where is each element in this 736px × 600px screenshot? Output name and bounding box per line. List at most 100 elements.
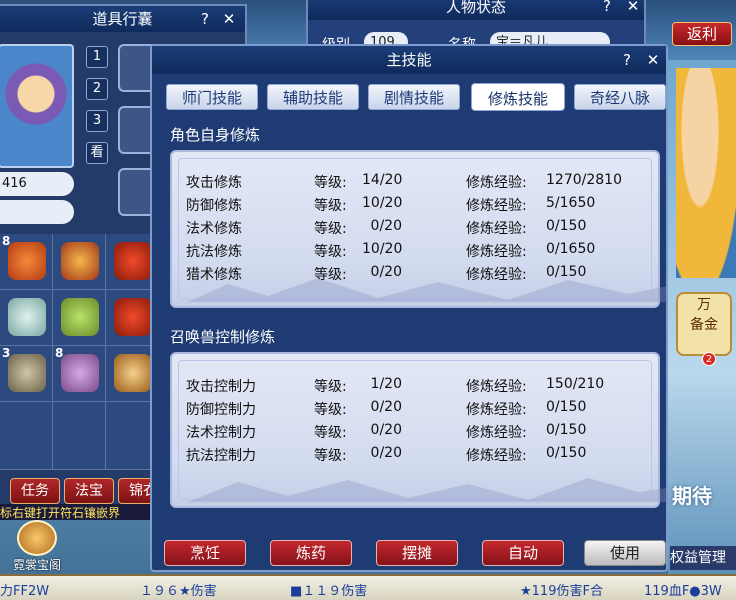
level-value: 0/20 xyxy=(370,264,402,280)
level-label: 等级: xyxy=(314,402,347,418)
item-slot[interactable] xyxy=(53,402,106,470)
exp-label: 修炼经验: xyxy=(466,198,527,214)
tab-support-skills[interactable]: 辅助技能 xyxy=(267,84,359,110)
exp-label: 修炼经验: xyxy=(466,244,527,260)
item-slot[interactable]: 8 xyxy=(53,346,106,402)
level-label: 等级: xyxy=(314,175,347,191)
alchemy-button[interactable]: 炼药 xyxy=(270,540,352,566)
flag-icon xyxy=(114,242,152,280)
level-label: 等级: xyxy=(314,379,347,395)
level-value: 0/20 xyxy=(370,422,402,438)
item-icon xyxy=(61,354,99,392)
auto-button[interactable]: 自动 xyxy=(482,540,564,566)
silver-field xyxy=(0,200,74,224)
hero-portrait xyxy=(676,68,736,278)
inventory-close-button[interactable]: ✕ xyxy=(220,9,238,29)
character-avatar xyxy=(0,44,74,168)
skill-close-button[interactable]: ✕ xyxy=(644,50,662,70)
gift-button[interactable]: 万 备金 xyxy=(676,292,732,356)
level-label: 等级: xyxy=(314,221,347,237)
exp-value: 5/1650 xyxy=(546,195,596,211)
cultivation-row: 防御修炼 等级: 10/20 修炼经验: 5/1650 xyxy=(186,195,656,217)
cultivation-row: 防御控制力 等级: 0/20 修炼经验: 0/150 xyxy=(186,399,656,421)
level-value: 10/20 xyxy=(362,195,403,211)
gift-line1: 万 xyxy=(697,297,711,313)
inventory-help-button[interactable]: ? xyxy=(196,9,214,29)
item-icon xyxy=(8,354,46,392)
cultivation-row: 猎术修炼 等级: 0/20 修炼经验: 0/150 xyxy=(186,264,656,286)
item-count: 3 xyxy=(2,346,11,360)
use-button[interactable]: 使用 xyxy=(584,540,666,566)
item-slot[interactable] xyxy=(0,290,53,346)
chat-item[interactable]: 119血F●3W xyxy=(644,580,722,599)
exp-value: 0/1650 xyxy=(546,241,596,257)
exp-label: 修炼经验: xyxy=(466,221,527,237)
level-value: 0/20 xyxy=(370,399,402,415)
flag-icon xyxy=(114,298,152,336)
exp-label: 修炼经验: xyxy=(466,267,527,283)
cooking-button[interactable]: 烹饪 xyxy=(164,540,246,566)
item-slot[interactable] xyxy=(53,234,106,290)
tab-cultivation-skills[interactable]: 修炼技能 xyxy=(472,84,564,110)
status-window-title: 人物状态 xyxy=(308,0,644,20)
item-slot[interactable] xyxy=(0,402,53,470)
tab-treasure[interactable]: 法宝 xyxy=(64,478,114,504)
level-value: 0/20 xyxy=(370,445,402,461)
rights-management-button[interactable]: 权益管理 xyxy=(670,546,736,570)
item-slot[interactable]: 8 xyxy=(0,234,53,290)
level-label: 等级: xyxy=(314,244,347,260)
level-label: 等级: xyxy=(314,425,347,441)
self-cultivation-panel: 攻击修炼 等级: 14/20 修炼经验: 1270/2810 防御修炼 等级: … xyxy=(170,150,668,308)
notification-badge: 2 xyxy=(702,352,716,366)
exp-label: 修炼经验: xyxy=(466,425,527,441)
chat-bar: 力FF2W １９６★伤害 ■１１９伤害 ★119伤害F合 119血F●3W xyxy=(0,574,736,600)
view-button[interactable]: 看 xyxy=(86,142,108,164)
tab-meridians[interactable]: 奇经八脉 xyxy=(574,84,666,110)
skill-name: 防御控制力 xyxy=(186,402,256,418)
skill-name: 抗法控制力 xyxy=(186,448,256,464)
cultivation-row: 抗法控制力 等级: 0/20 修炼经验: 0/150 xyxy=(186,445,656,467)
status-close-button[interactable]: ✕ xyxy=(624,0,642,16)
cultivation-row: 攻击修炼 等级: 14/20 修炼经验: 1270/2810 xyxy=(186,172,656,194)
gift-line2: 备金 xyxy=(690,317,718,333)
treasure-pavilion-label: 霓裳宝阁 xyxy=(12,558,61,572)
chat-item[interactable]: ■１１９伤害 xyxy=(290,580,367,599)
exp-value: 0/150 xyxy=(546,445,587,461)
tab-task[interactable]: 任务 xyxy=(10,478,60,504)
item-slot[interactable] xyxy=(53,290,106,346)
page-button-3[interactable]: 3 xyxy=(86,110,108,132)
exp-label: 修炼经验: xyxy=(466,402,527,418)
status-help-button[interactable]: ? xyxy=(598,0,616,16)
skill-name: 法术修炼 xyxy=(186,221,242,237)
chat-item[interactable]: ★119伤害F合 xyxy=(520,580,603,599)
gold-field: 416 xyxy=(0,172,74,196)
treasure-pavilion-button[interactable]: 霓裳宝阁 xyxy=(6,520,68,572)
exp-value: 150/210 xyxy=(546,376,605,392)
skill-help-button[interactable]: ? xyxy=(618,50,636,70)
level-value: 1/20 xyxy=(370,376,402,392)
item-slot[interactable]: 3 xyxy=(0,346,53,402)
rebate-button[interactable]: 返利 xyxy=(672,22,732,46)
cultivation-row: 抗法修炼 等级: 10/20 修炼经验: 0/1650 xyxy=(186,241,656,263)
bowl-icon xyxy=(114,354,152,392)
item-count: 8 xyxy=(55,346,64,360)
chat-item[interactable]: 力FF2W xyxy=(0,580,49,599)
main-skill-window: 主技能 ? ✕ 师门技能 辅助技能 剧情技能 修炼技能 奇经八脉 角色自身修炼 … xyxy=(150,44,668,572)
exp-label: 修炼经验: xyxy=(466,379,527,395)
self-cultivation-label: 角色自身修炼 xyxy=(170,126,261,144)
level-value: 14/20 xyxy=(362,172,403,188)
exp-value: 1270/2810 xyxy=(546,172,622,188)
level-label: 等级: xyxy=(314,448,347,464)
mountain-decoration xyxy=(188,478,668,502)
exp-value: 0/150 xyxy=(546,218,587,234)
promo-banner[interactable]: 期待 xyxy=(672,480,712,509)
item-icon xyxy=(61,242,99,280)
tab-school-skills[interactable]: 师门技能 xyxy=(166,84,258,110)
stall-button[interactable]: 摆摊 xyxy=(376,540,458,566)
page-button-1[interactable]: 1 xyxy=(86,46,108,68)
cultivation-row: 攻击控制力 等级: 1/20 修炼经验: 150/210 xyxy=(186,376,656,398)
ticker-text: 标右键打开符石镶嵌界 xyxy=(0,504,150,520)
chat-item[interactable]: １９６★伤害 xyxy=(140,580,217,599)
page-button-2[interactable]: 2 xyxy=(86,78,108,100)
tab-story-skills[interactable]: 剧情技能 xyxy=(368,84,460,110)
